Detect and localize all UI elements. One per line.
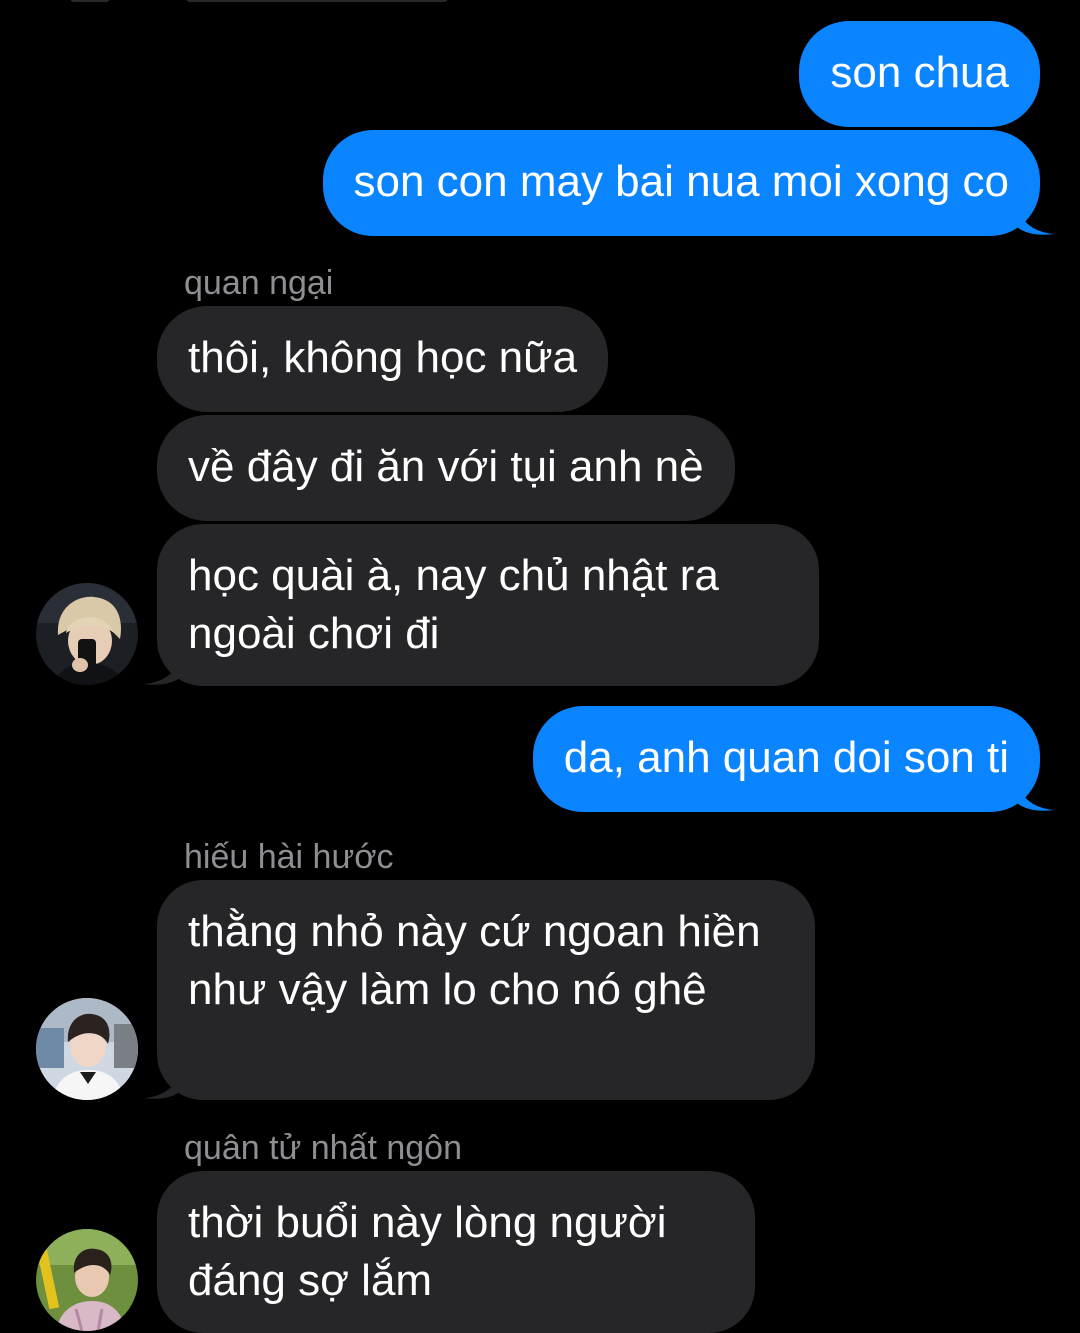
outgoing-bubble-tail [1016,776,1054,811]
chat-thread: son chua son con may bai nua moi xong co… [0,0,1080,1333]
outgoing-bubble-tail [1016,200,1054,235]
message-text: son con may bai nua moi xong co [353,157,1010,206]
outgoing-message[interactable]: son con may bai nua moi xong co [322,130,1040,236]
incoming-message[interactable]: về đây đi ăn với tụi anh nè [157,415,735,521]
avatar-dark-hair-white-shirt-icon [36,998,138,1100]
sender-avatar[interactable] [36,583,138,685]
avatar-blonde-selfie-icon [36,583,138,685]
incoming-message[interactable]: thời buổi này lòng người đáng sợ lắm [157,1171,755,1333]
sender-avatar[interactable] [36,998,138,1100]
outgoing-message[interactable]: da, anh quan doi son ti [532,706,1040,812]
sender-name: quan ngại [184,264,334,302]
incoming-message[interactable]: thôi, không học nữa [157,306,609,412]
message-text: thời buổi này lòng người đáng sợ lắm [188,1198,667,1305]
message-text: học quài à, nay chủ nhật ra ngoài chơi đ… [188,551,719,658]
sender-name: quân tử nhất ngôn [184,1129,462,1167]
message-text: son chua [830,48,1009,97]
cut-off-avatar-edge [70,0,110,2]
sender-avatar[interactable] [36,1229,138,1331]
outgoing-message[interactable]: son chua [799,21,1040,127]
message-text: thôi, không học nữa [188,333,578,382]
cut-off-bubble-edge [186,0,448,2]
incoming-message[interactable]: thằng nhỏ này cứ ngoan hiền như vậy làm … [157,880,815,1100]
message-text: thằng nhỏ này cứ ngoan hiền như vậy làm … [188,907,761,1014]
message-text: về đây đi ăn với tụi anh nè [188,442,704,491]
sender-name: hiếu hài hước [184,838,394,876]
message-text: da, anh quan doi son ti [563,733,1009,782]
avatar-outdoor-field-icon [36,1229,138,1331]
incoming-message[interactable]: học quài à, nay chủ nhật ra ngoài chơi đ… [157,524,819,686]
incoming-bubble-tail [144,1064,182,1099]
incoming-bubble-tail [144,650,182,685]
